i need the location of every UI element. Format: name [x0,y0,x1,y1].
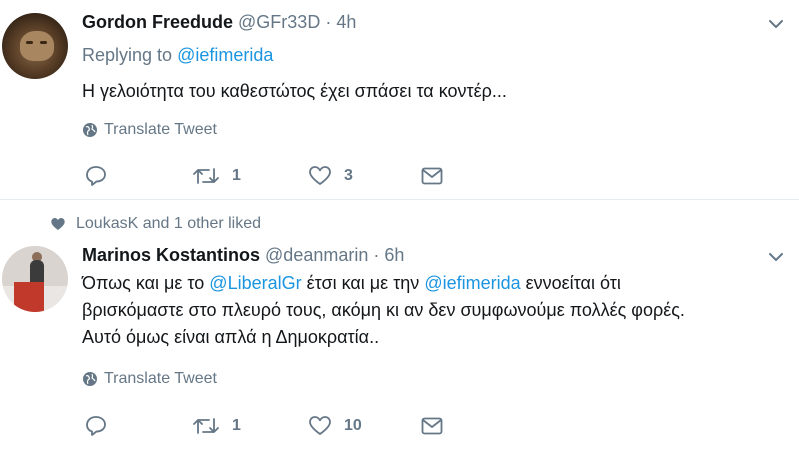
tweet[interactable]: Gordon Freedude @GFr33D · 4h Replying to… [0,0,799,199]
heart-icon [51,218,65,230]
reply-button[interactable] [84,164,108,188]
author-name[interactable]: Gordon Freedude [82,12,233,32]
tweet-actions: 1 10 [82,414,482,438]
author-handle[interactable]: @deanmarin [265,245,368,265]
avatar[interactable] [2,13,68,79]
translate-label[interactable]: Translate Tweet [104,370,217,388]
like-button[interactable]: 10 [308,414,362,438]
text-segment: Όπως και με το [82,273,210,293]
text-segment: εννοείται ότι [520,273,621,293]
avatar-podium [14,282,44,312]
translate-label[interactable]: Translate Tweet [104,121,217,139]
heart-icon [309,416,331,435]
separator: · [325,12,332,32]
text-segment: έτσι και με την [301,273,425,293]
author-name[interactable]: Marinos Kostantinos [82,245,260,265]
reply-button[interactable] [84,414,108,438]
liked-by-text[interactable]: LoukasK and 1 other liked [76,215,261,233]
social-context[interactable]: LoukasK and 1 other liked [50,215,261,233]
heart-icon [309,166,331,185]
reply-icon [86,166,106,186]
separator: · [373,245,380,265]
mention-link[interactable]: @iefimerida [424,273,520,293]
timestamp[interactable]: 4h [336,12,356,32]
tweet-text: Όπως και με το @LiberalGr έτσι και με τη… [82,270,782,351]
retweet-count: 1 [232,417,241,434]
retweet-count: 1 [232,167,241,184]
avatar[interactable] [2,246,68,312]
avatar-eye [40,41,47,44]
mention-link[interactable]: @iefimerida [177,45,273,65]
retweet-icon [193,168,219,184]
like-button[interactable]: 3 [308,164,353,188]
direct-message-button[interactable] [420,414,444,438]
tweet-text-line: βρισκόμαστε στο πλευρό τους, ακόμη κι αν… [82,300,685,320]
translate-tweet[interactable]: Translate Tweet [82,121,217,139]
replying-label: Replying to [82,45,173,65]
like-count: 10 [344,417,362,434]
tweet-text-line: Αυτό όμως είναι απλά η Δημοκρατία.. [82,327,380,347]
timestamp[interactable]: 6h [384,245,404,265]
avatar-eye [26,41,33,44]
globe-icon [83,372,97,386]
message-icon [421,167,443,185]
chevron-down-icon[interactable] [767,15,785,33]
tweet[interactable]: LoukasK and 1 other liked Marinos Kostan… [0,200,799,467]
reply-icon [86,416,106,436]
message-icon [421,417,443,435]
tweet-header: Marinos Kostantinos @deanmarin · 6h [82,245,404,266]
chevron-down-icon[interactable] [767,248,785,266]
replying-to: Replying to @iefimerida [82,45,273,66]
globe-icon [83,123,97,137]
tweet-text-line: Όπως και με το @LiberalGr έτσι και με τη… [82,270,782,297]
tweet-header: Gordon Freedude @GFr33D · 4h [82,12,356,33]
tweet-text: Η γελοιότητα του καθεστώτος έχει σπάσει … [82,81,507,101]
retweet-button[interactable]: 1 [192,414,241,438]
retweet-icon [193,418,219,434]
like-count: 3 [344,167,353,184]
direct-message-button[interactable] [420,164,444,188]
tweet-actions: 1 3 [82,164,482,188]
author-handle[interactable]: @GFr33D [238,12,320,32]
retweet-button[interactable]: 1 [192,164,241,188]
translate-tweet[interactable]: Translate Tweet [82,370,217,388]
avatar-face [20,31,54,61]
mention-link[interactable]: @LiberalGr [209,273,301,293]
